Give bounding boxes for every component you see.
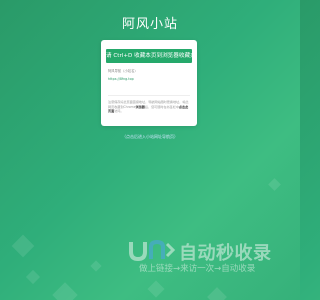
decorative-diamond <box>25 269 41 285</box>
decorative-diamond <box>268 178 281 191</box>
tip-text: 后，您可随时在书签栏中 <box>144 104 179 109</box>
decorative-diamond <box>147 280 165 298</box>
site-title: 阿风小站 <box>121 17 178 32</box>
bookmark-banner: 请 Ctrl+D 收藏本页到浏览器收藏夹 <box>106 49 192 63</box>
watermark-slogan: 做上链接→来访一次→自动收录 <box>139 264 256 274</box>
decorative-diamond <box>11 234 35 258</box>
watermark: 自动秒收录 做上链接→来访一次→自动收录 <box>127 238 287 278</box>
decorative-diamond <box>207 287 227 300</box>
enter-site-link[interactable]: （点击后进入小站网址导航页） <box>0 134 300 140</box>
site-name-label: 阿风导航（小站名） <box>108 69 138 73</box>
logo-icon <box>129 239 175 262</box>
tip-bold-browser: 浏览器 <box>135 104 145 109</box>
decorative-diamond <box>90 260 102 272</box>
bookmark-card: 请 Ctrl+D 收藏本页到浏览器收藏夹 阿风导航（小站名） https://8… <box>101 40 197 126</box>
decorative-diamond <box>52 282 78 300</box>
site-url-link[interactable]: https://8fng.top <box>108 77 134 81</box>
bookmark-tip: 注意保存好此页面链接地址，导航网站随时更换地址，将此网页收藏到Chrome浏览器… <box>108 100 190 114</box>
card-divider <box>108 95 190 96</box>
tip-text: 访问。 <box>114 109 124 114</box>
